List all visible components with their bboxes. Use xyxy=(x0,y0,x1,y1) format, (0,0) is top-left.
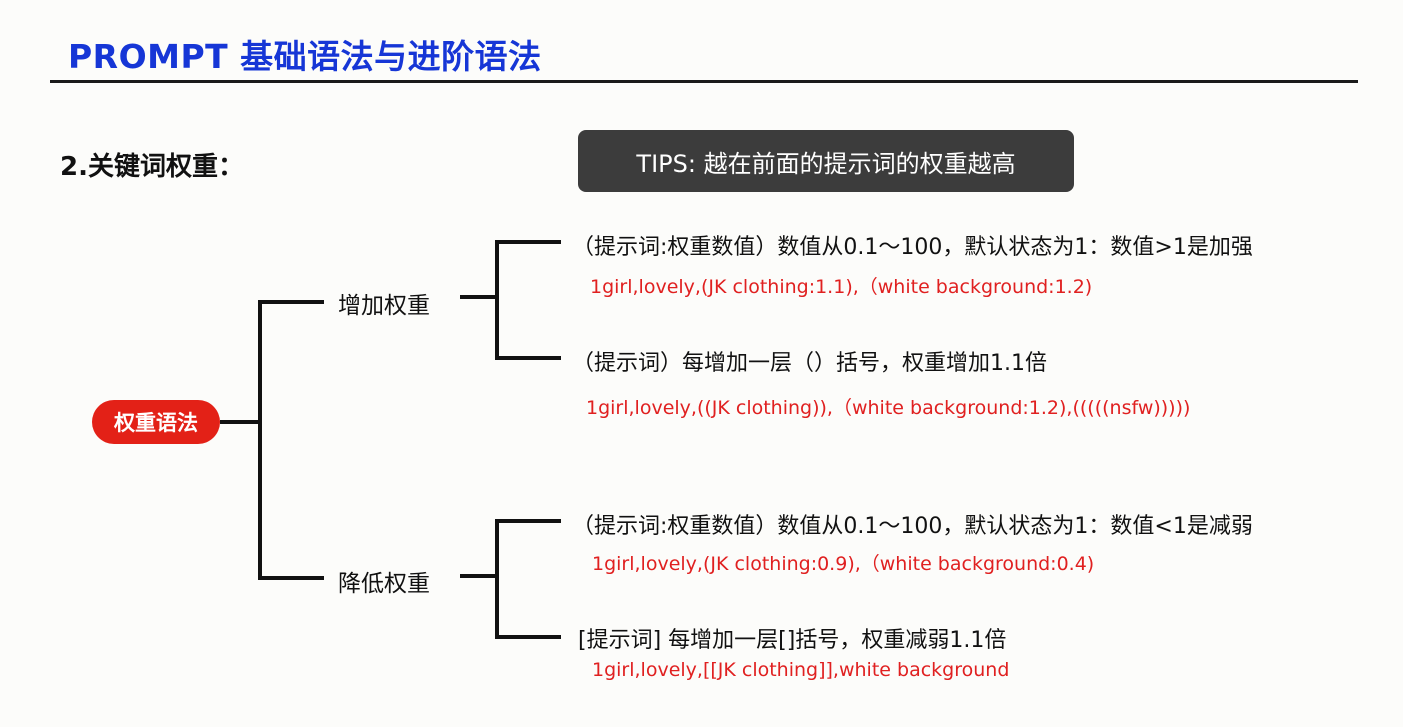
root-node-label: 权重语法 xyxy=(114,411,198,435)
connector-root-horizontal xyxy=(220,420,260,424)
increase-rule-2: （提示词）每增加一层（）括号，权重增加1.1倍 xyxy=(572,351,1047,376)
tips-box: TIPS: 越在前面的提示词的权重越高 xyxy=(578,130,1074,192)
decrease-rule-1: （提示词:权重数值）数值从0.1～100，默认状态为1：数值<1是减弱 xyxy=(572,514,1253,539)
decrease-rule-2: [提示词] 每增加一层[]括号，权重减弱1.1倍 xyxy=(578,628,1007,653)
decrease-example-1: 1girl,lovely,(JK clothing:0.9),（white ba… xyxy=(592,553,1095,575)
connector-to-increase xyxy=(258,300,324,304)
slide: PROMPT 基础语法与进阶语法 2.关键词权重： TIPS: 越在前面的提示词… xyxy=(0,0,1403,727)
title-divider xyxy=(50,80,1358,83)
branch-increase-label: 增加权重 xyxy=(338,293,430,319)
section-title: 2.关键词权重： xyxy=(60,152,244,182)
increase-example-2: 1girl,lovely,((JK clothing)),（white back… xyxy=(586,397,1191,419)
connector-main-vertical xyxy=(258,300,262,580)
connector-increase-vertical xyxy=(495,240,499,360)
tips-text: TIPS: 越在前面的提示词的权重越高 xyxy=(636,149,1016,178)
connector-decrease-vertical xyxy=(495,519,499,639)
connector-increase-item1 xyxy=(495,240,561,244)
connector-decrease-item1 xyxy=(495,519,561,523)
connector-increase-stub xyxy=(460,295,498,299)
increase-rule-1: （提示词:权重数值）数值从0.1～100，默认状态为1：数值>1是加强 xyxy=(572,235,1253,260)
decrease-example-2: 1girl,lovely,[[JK clothing]],white backg… xyxy=(592,659,1010,681)
connector-to-decrease xyxy=(258,576,324,580)
connector-decrease-stub xyxy=(460,574,498,578)
increase-example-1: 1girl,lovely,(JK clothing:1.1),（white ba… xyxy=(590,276,1093,298)
root-node: 权重语法 xyxy=(92,400,220,444)
branch-decrease-label: 降低权重 xyxy=(338,571,430,597)
connector-increase-item2 xyxy=(495,356,561,360)
connector-decrease-item2 xyxy=(495,635,561,639)
page-title: PROMPT 基础语法与进阶语法 xyxy=(68,37,542,76)
